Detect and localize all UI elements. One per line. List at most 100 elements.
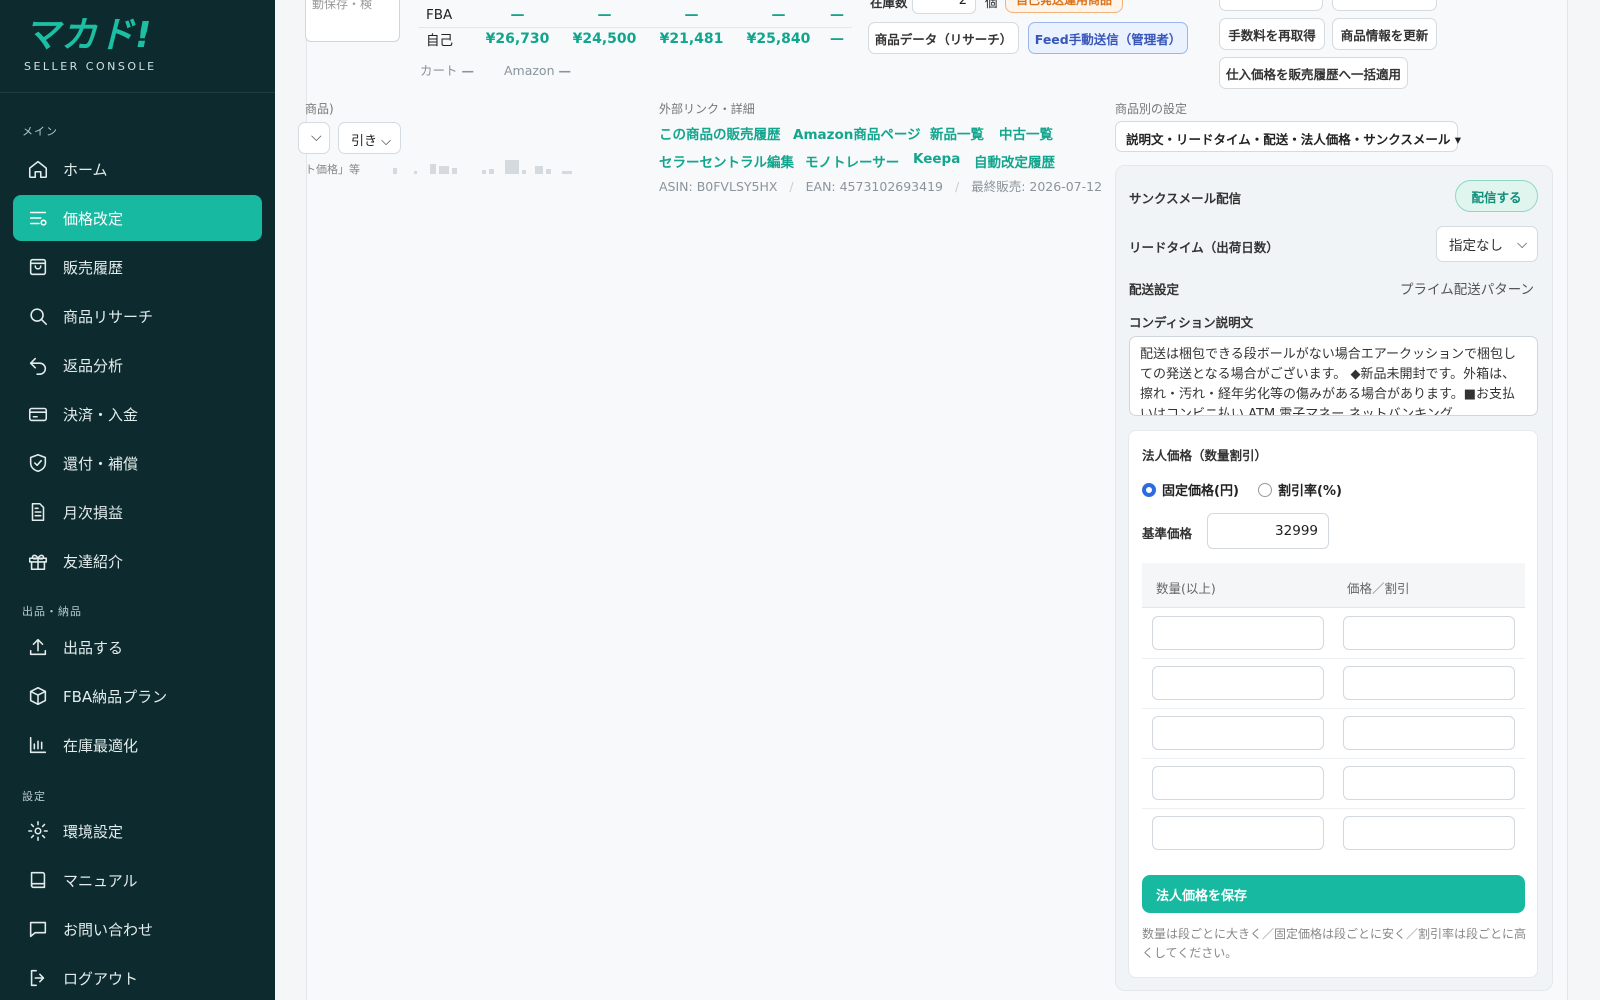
price-cell: ¥21,481 <box>659 31 724 48</box>
sidebar-item-refunds[interactable]: 還付・補償 <box>13 440 262 486</box>
product-identifiers: ASIN: B0FVLSY5HX / EAN: 4573102693419 / … <box>659 179 1103 194</box>
tier-qty-input-2[interactable] <box>1152 666 1324 700</box>
condition-label: コンディション説明文 <box>1129 315 1254 330</box>
thanks-mail-button[interactable]: 配信する <box>1455 180 1538 212</box>
upload-icon <box>29 638 47 656</box>
section-listing-label: 出品・納品 <box>22 605 82 618</box>
pull-select-value: 引き <box>351 134 378 149</box>
radio-rate[interactable]: 割引率(%) <box>1258 480 1342 499</box>
sidebar-item-payments[interactable]: 決済・入金 <box>13 391 262 437</box>
sidebar-item-label: マニュアル <box>63 871 138 890</box>
radio-fixed-circle <box>1142 483 1156 497</box>
chart-icon <box>29 736 47 754</box>
sidebar-item-returns[interactable]: 返品分析 <box>13 342 262 388</box>
tier-qty-input-5[interactable] <box>1152 816 1324 850</box>
left-note: ト価格」等 <box>305 163 360 176</box>
sidebar-item-list-product[interactable]: 出品する <box>13 624 262 670</box>
settings-header: 商品別の設定 <box>1115 102 1188 116</box>
radio-fixed[interactable]: 固定価格(円) <box>1142 480 1239 499</box>
bag-icon <box>29 258 47 276</box>
tier-divider <box>1142 658 1525 659</box>
memo-textarea[interactable]: 動保存・検 <box>305 0 400 42</box>
row-label: FBA <box>426 6 453 23</box>
amazon-label: Amazon <box>503 63 555 78</box>
price-cell: — <box>684 6 699 23</box>
sidebar-item-home[interactable]: ホーム <box>13 146 262 192</box>
sidebar-item-research[interactable]: 商品リサーチ <box>13 293 262 339</box>
sidebar-item-label: FBA納品プラン <box>63 687 168 706</box>
refetch-fee-button[interactable]: 手数料を再取得 <box>1219 18 1325 50</box>
tier-qty-input-3[interactable] <box>1152 716 1324 750</box>
apply-cost-button[interactable]: 仕入価格を販売履歴へ一括適用 <box>1219 57 1408 89</box>
logout-icon <box>30 969 45 987</box>
last-sale: 最終販売: 2026-07-12 <box>971 179 1103 194</box>
tier-qty-input-1[interactable] <box>1152 616 1324 650</box>
tier-divider <box>1142 808 1525 809</box>
price-cell: ¥25,840 <box>746 31 811 48</box>
logo-text: マカド! <box>24 15 153 56</box>
link-keepa[interactable]: Keepa <box>913 151 960 167</box>
sidebar-item-manual[interactable]: マニュアル <box>13 857 262 903</box>
sidebar-item-label: 出品する <box>63 638 124 657</box>
save-corp-price-button[interactable]: 法人価格を保存 <box>1142 875 1525 913</box>
feed-send-button[interactable]: Feed手動送信（管理者） <box>1028 22 1188 54</box>
link-used-list[interactable]: 中古一覧 <box>999 123 1053 143</box>
sidebar-item-referral[interactable]: 友達紹介 <box>13 538 262 584</box>
pull-select[interactable]: 引き ⌵ <box>338 122 401 154</box>
left-section-header: 商品) <box>305 102 334 116</box>
lead-time-select[interactable]: 指定なし ⌵ <box>1436 226 1538 262</box>
link-sales-history[interactable]: この商品の販売履歴 <box>659 123 781 143</box>
tier-price-input-5[interactable] <box>1343 816 1515 850</box>
condition-textarea[interactable]: 配送は梱包できる段ボールがない場合エアークッションで梱包しての発送となる場合がご… <box>1129 336 1538 416</box>
link-new-list[interactable]: 新品一覧 <box>930 123 984 143</box>
tier-price-input-2[interactable] <box>1343 666 1515 700</box>
sidebar-item-fba-plan[interactable]: FBA納品プラン <box>13 673 262 719</box>
tier-divider <box>1142 758 1525 759</box>
sidebar-item-label: 商品リサーチ <box>63 307 154 326</box>
sidebar-item-settings[interactable]: 環境設定 <box>13 808 262 854</box>
blurred-chart <box>393 160 575 174</box>
link-seller-central[interactable]: セラーセントラル編集 <box>659 151 794 171</box>
tier-price-input-1[interactable] <box>1343 616 1515 650</box>
base-price-input[interactable]: 32999 <box>1207 513 1329 549</box>
sidebar-divider <box>0 92 275 93</box>
sidebar-item-logout[interactable]: ログアウト <box>13 955 262 1000</box>
sidebar-item-monthly-pl[interactable]: 月次損益 <box>13 489 262 535</box>
sidebar-item-label: 在庫最適化 <box>63 736 139 755</box>
sidebar: マカド! SELLER CONSOLE メイン 出品・納品 設定 ホーム 価格改… <box>0 0 275 1000</box>
tier-price-input-3[interactable] <box>1343 716 1515 750</box>
link-monotracer[interactable]: モノトレーサー <box>805 151 899 171</box>
stock-input[interactable]: 2 <box>912 0 976 14</box>
link-auto-reprice-history[interactable]: 自動改定履歴 <box>974 151 1055 171</box>
table-row: 自己 ¥26,730 ¥24,500 ¥21,481 ¥25,840 — <box>418 27 852 51</box>
gear-icon <box>28 821 48 841</box>
top-cut-button-1[interactable] <box>1219 0 1323 11</box>
sidebar-item-label: ホーム <box>63 160 108 179</box>
home-icon <box>28 160 48 179</box>
chat-icon <box>29 921 47 938</box>
settings-dropdown-value: 説明文・リードタイム・配送・法人価格・サンクスメール <box>1126 132 1451 147</box>
sidebar-item-repricing[interactable]: 価格改定 <box>13 195 262 241</box>
settings-dropdown[interactable]: 説明文・リードタイム・配送・法人価格・サンクスメール ▾ <box>1115 121 1461 152</box>
book-icon <box>30 871 46 889</box>
sidebar-item-label: 販売履歴 <box>63 258 124 277</box>
top-cut-button-2[interactable] <box>1332 0 1437 11</box>
amazon-value: — <box>558 63 572 78</box>
col-price-label: 価格／割引 <box>1347 581 1410 596</box>
sidebar-item-inventory[interactable]: 在庫最適化 <box>13 722 262 768</box>
stock-label: 在庫数 <box>870 0 908 10</box>
sidebar-item-label: ログアウト <box>63 969 139 988</box>
tier-price-input-4[interactable] <box>1343 766 1515 800</box>
research-data-button[interactable]: 商品データ（リサーチ） <box>868 22 1019 54</box>
tier-qty-input-4[interactable] <box>1152 766 1324 800</box>
sidebar-item-contact[interactable]: お問い合わせ <box>13 906 262 952</box>
link-amazon-page[interactable]: Amazon商品ページ <box>793 123 921 143</box>
cart-value: — <box>461 63 475 78</box>
sidebar-item-sales-history[interactable]: 販売履歴 <box>13 244 262 290</box>
return-icon <box>29 357 47 375</box>
app-logo[interactable]: マカド! SELLER CONSOLE <box>24 15 157 74</box>
asin: ASIN: B0FVLSY5HX <box>659 179 778 194</box>
cart-amazon-summary: カート — Amazon — <box>420 60 571 79</box>
chevron-down-icon[interactable]: ⌵ <box>298 122 330 154</box>
update-info-button[interactable]: 商品情報を更新 <box>1332 18 1437 50</box>
